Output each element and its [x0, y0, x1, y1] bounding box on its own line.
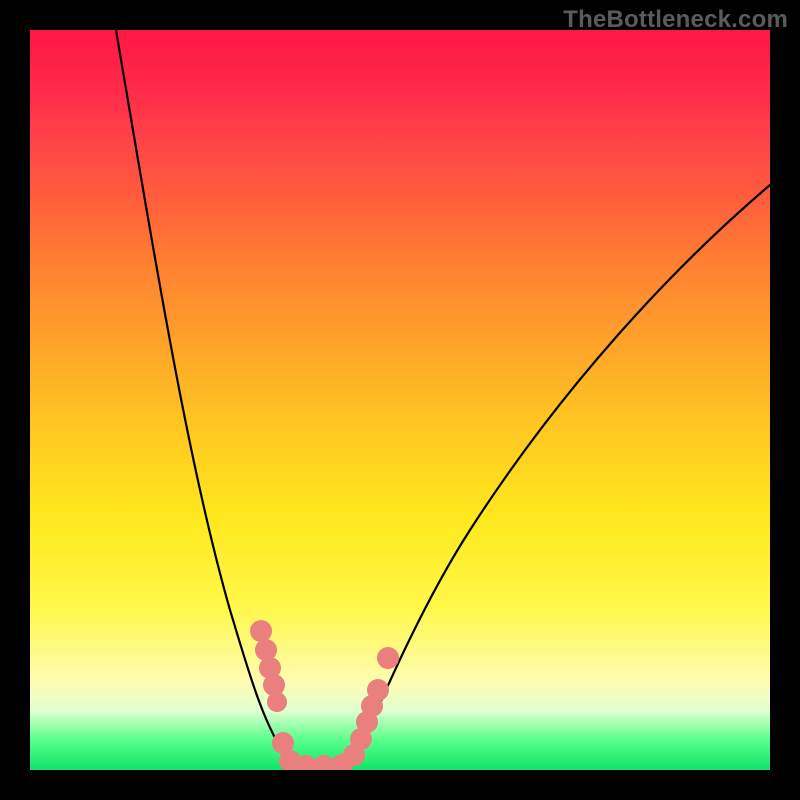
bottleneck-curve-right [342, 185, 770, 769]
watermark-text: TheBottleneck.com [563, 6, 788, 34]
marker-group [250, 620, 399, 770]
chart-svg [30, 30, 770, 770]
chart-plot-area [30, 30, 770, 770]
data-marker [267, 692, 287, 712]
data-marker [367, 679, 389, 701]
data-marker [250, 620, 272, 642]
data-marker [377, 647, 399, 669]
